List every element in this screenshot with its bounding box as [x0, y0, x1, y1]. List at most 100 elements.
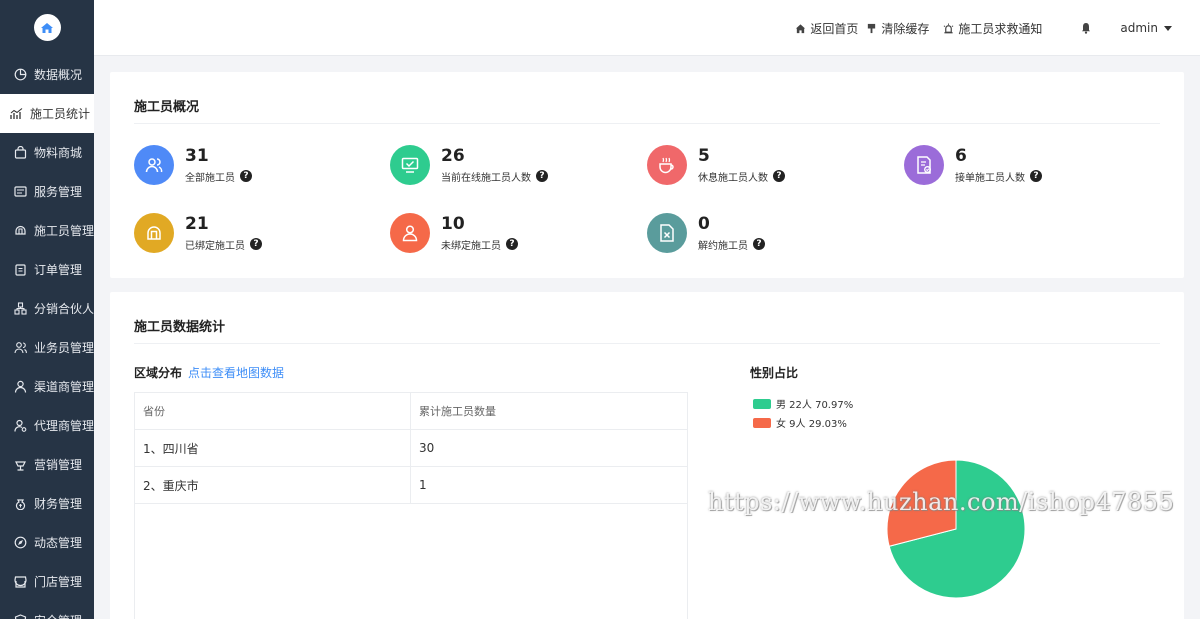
watermark: https://www.huzhan.com/ishop47855 — [708, 488, 1175, 516]
help-icon[interactable]: ? — [506, 238, 518, 250]
help-icon[interactable]: ? — [240, 170, 252, 182]
stat-item: 5 休息施工员人数? — [647, 145, 785, 185]
stat-value: 6 — [955, 145, 967, 166]
helmet-icon — [134, 213, 174, 253]
stat-item: 21 已绑定施工员? — [134, 213, 262, 253]
shopping-bag-icon — [14, 146, 27, 159]
marketing-icon — [14, 458, 27, 471]
home-link[interactable]: 返回首页 — [795, 20, 858, 37]
sidebar-item-label: 分销合伙人 — [34, 302, 94, 316]
sidebar-item-0[interactable]: 数据概况 — [0, 55, 94, 94]
pie-chart-icon — [14, 68, 27, 81]
sidebar-item-11[interactable]: 财务管理 — [0, 484, 94, 523]
sidebar-item-8[interactable]: 渠道商管理 — [0, 367, 94, 406]
stat-label: 全部施工员 — [185, 172, 235, 184]
notification-bell[interactable] — [1080, 22, 1092, 34]
person-icon — [390, 213, 430, 253]
sidebar-item-7[interactable]: 业务员管理 — [0, 328, 94, 367]
stat-label: 解约施工员 — [698, 240, 748, 252]
table-row: 1、四川省 30 — [135, 430, 687, 467]
clipboard-icon — [14, 263, 27, 276]
home-icon — [796, 23, 806, 33]
sos-notice-link[interactable]: 施工员求救通知 — [943, 20, 1042, 37]
sidebar-item-label: 门店管理 — [34, 575, 83, 589]
sidebar-item-label: 营销管理 — [34, 458, 83, 472]
table-row: 2、重庆市 1 — [135, 467, 687, 504]
compass-icon — [14, 536, 27, 549]
stat-item: 31 全部施工员? — [134, 145, 252, 185]
stat-label: 休息施工员人数 — [698, 172, 768, 184]
helmet-icon — [14, 224, 27, 237]
service-icon — [14, 185, 27, 198]
province-cell: 1、四川省 — [135, 430, 411, 466]
user-icon — [14, 380, 27, 393]
sidebar-item-label: 订单管理 — [34, 263, 83, 277]
divider — [134, 343, 1160, 344]
brush-icon — [868, 23, 876, 33]
sidebar-item-label: 服务管理 — [34, 185, 83, 199]
statistics-card: 施工员数据统计 区域分布 点击查看地图数据 省份 累计施工员数量 1、四川省 30… — [110, 292, 1184, 619]
file-cancel-icon — [647, 213, 687, 253]
sidebar-item-label: 动态管理 — [34, 536, 83, 550]
monitor-icon — [390, 145, 430, 185]
sidebar-item-1[interactable]: 施工员统计 — [0, 94, 94, 133]
sidebar-item-2[interactable]: 物料商城 — [0, 133, 94, 172]
clear-cache-label: 清除缓存 — [881, 21, 930, 36]
statistics-title: 施工员数据统计 — [134, 320, 226, 335]
clear-cache-link[interactable]: 清除缓存 — [866, 20, 929, 37]
sidebar-item-label: 代理商管理 — [34, 419, 94, 433]
sidebar-item-4[interactable]: 施工员管理 — [0, 211, 94, 250]
legend-item[interactable]: 男 22人 70.97% — [753, 394, 853, 413]
document-check-icon — [904, 145, 944, 185]
sidebar-item-label: 业务员管理 — [34, 341, 94, 355]
help-icon[interactable]: ? — [536, 170, 548, 182]
map-data-link[interactable]: 点击查看地图数据 — [188, 364, 284, 381]
stat-item: 10 未绑定施工员? — [390, 213, 518, 253]
legend-label: 女 9人 29.03% — [776, 419, 847, 430]
overview-title: 施工员概况 — [134, 100, 200, 115]
stat-item: 0 解约施工员? — [647, 213, 765, 253]
sidebar-item-label: 财务管理 — [34, 497, 83, 511]
legend-item[interactable]: 女 9人 29.03% — [753, 413, 853, 432]
sidebar-item-13[interactable]: 门店管理 — [0, 562, 94, 601]
sidebar-item-6[interactable]: 分销合伙人 — [0, 289, 94, 328]
sidebar-item-10[interactable]: 营销管理 — [0, 445, 94, 484]
region-table: 省份 累计施工员数量 1、四川省 30 2、重庆市 1 — [134, 392, 688, 619]
sidebar-item-14[interactable]: 安全管理 — [0, 601, 94, 619]
sidebar-item-5[interactable]: 订单管理 — [0, 250, 94, 289]
sidebar-item-label: 数据概况 — [34, 68, 83, 82]
home-link-label: 返回首页 — [810, 21, 859, 36]
stat-label: 已绑定施工员 — [185, 240, 245, 252]
sidebar-item-12[interactable]: 动态管理 — [0, 523, 94, 562]
stat-label: 未绑定施工员 — [441, 240, 501, 252]
gender-pie-chart — [886, 459, 1026, 599]
logo-area — [0, 0, 94, 55]
help-icon[interactable]: ? — [773, 170, 785, 182]
count-cell: 1 — [419, 478, 427, 492]
user-menu[interactable]: admin — [1120, 21, 1172, 35]
help-icon[interactable]: ? — [1030, 170, 1042, 182]
stat-value: 10 — [441, 213, 465, 234]
sidebar-item-3[interactable]: 服务管理 — [0, 172, 94, 211]
sidebar-item-label: 物料商城 — [34, 146, 83, 160]
stat-item: 26 当前在线施工员人数? — [390, 145, 548, 185]
stat-value: 26 — [441, 145, 465, 166]
stat-label: 当前在线施工员人数 — [441, 172, 531, 184]
legend-swatch — [753, 417, 771, 428]
divider — [134, 123, 1160, 124]
help-icon[interactable]: ? — [753, 238, 765, 250]
stat-value: 31 — [185, 145, 209, 166]
bell-icon — [1082, 23, 1091, 34]
table-header-row: 省份 累计施工员数量 — [135, 393, 687, 430]
legend-swatch — [753, 398, 771, 409]
sidebar: 数据概况施工员统计物料商城服务管理施工员管理订单管理分销合伙人业务员管理渠道商管… — [0, 0, 94, 619]
pie-legend: 男 22人 70.97% 女 9人 29.03% — [753, 394, 853, 432]
logo-home-icon[interactable] — [33, 14, 61, 41]
user-gear-icon — [14, 419, 27, 432]
help-icon[interactable]: ? — [250, 238, 262, 250]
overview-card: 施工员概况 31 全部施工员? 26 当前在线施工员人数? 5 休息施工员人数? 6 接单施工… — [110, 72, 1184, 278]
column-header-province: 省份 — [135, 393, 411, 429]
count-cell: 30 — [419, 441, 435, 455]
sidebar-item-9[interactable]: 代理商管理 — [0, 406, 94, 445]
stat-item: 6 接单施工员人数? — [904, 145, 1042, 185]
